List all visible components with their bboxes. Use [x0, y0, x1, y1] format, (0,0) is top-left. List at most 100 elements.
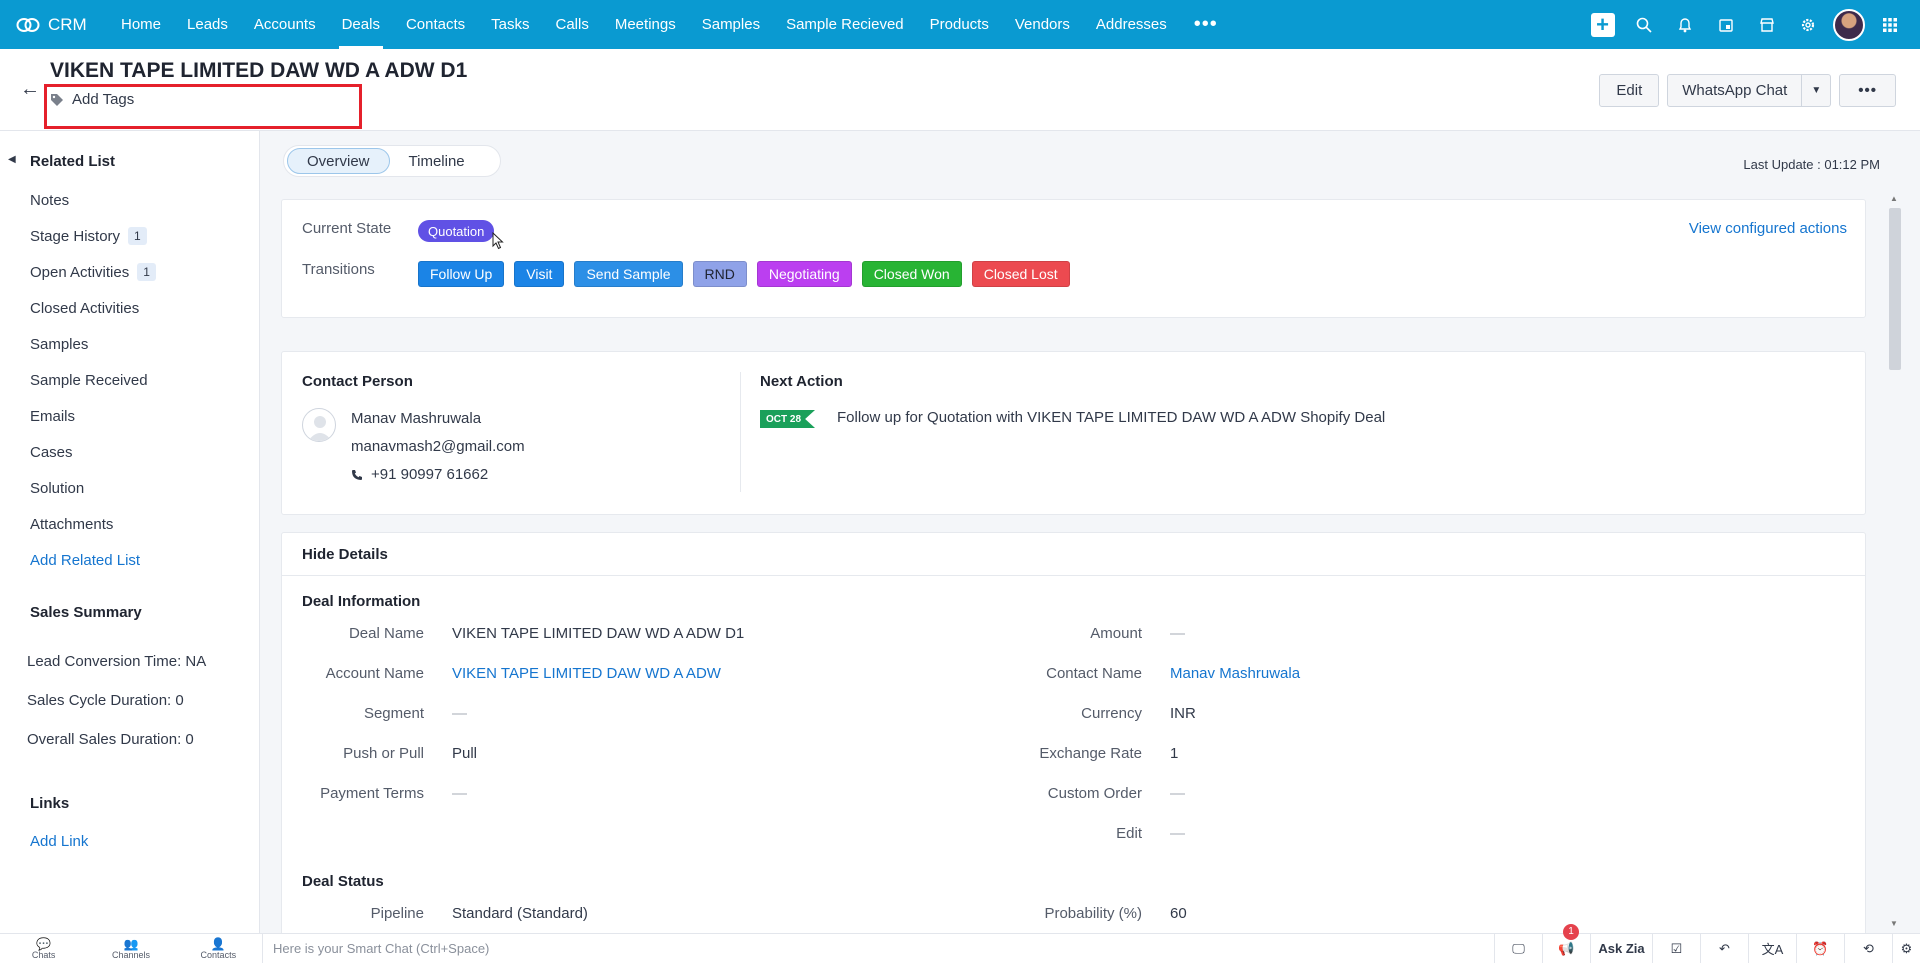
sidebar-item-solution[interactable]: Solution: [30, 480, 84, 497]
view-configured-actions-link[interactable]: View configured actions: [1689, 220, 1847, 237]
more-actions-button[interactable]: •••: [1839, 74, 1896, 107]
nav-tab-meetings[interactable]: Meetings: [602, 0, 689, 49]
contact-phone-row[interactable]: +91 90997 61662: [351, 466, 488, 483]
transition-visit-button[interactable]: Visit: [514, 261, 565, 287]
extra-tool-button[interactable]: ⚙: [1892, 933, 1920, 963]
ask-zia-button[interactable]: Ask Zia: [1590, 933, 1652, 963]
transition-rnd-button[interactable]: RND: [692, 261, 747, 287]
transition-send-sample-button[interactable]: Send Sample: [574, 261, 683, 287]
current-state-pill[interactable]: Quotation: [418, 220, 495, 242]
add-tags-label: Add Tags: [72, 91, 135, 108]
smart-chat-input[interactable]: Here is your Smart Chat (Ctrl+Space): [262, 933, 1494, 963]
sidebar-item-open-activities[interactable]: Open Activities 1: [30, 263, 156, 281]
notifications-button[interactable]: [1664, 0, 1705, 49]
calendar-button[interactable]: [1705, 0, 1746, 49]
create-new-button[interactable]: +: [1582, 0, 1623, 49]
bottom-left-shortcuts: 💬 Chats 👥 Channels 👤 Contacts: [0, 934, 262, 963]
more-modules-button[interactable]: •••: [1180, 0, 1232, 49]
sidebar-item-label: Emails: [30, 408, 76, 425]
push-or-pull-value: Pull: [452, 745, 478, 762]
collapse-sidebar-icon[interactable]: ◀: [8, 154, 16, 165]
whatsapp-dropdown-button[interactable]: ▼: [1802, 74, 1832, 107]
crm-logo[interactable]: CRM: [0, 15, 108, 35]
related-list-title: Related List: [30, 153, 116, 170]
nav-tab-deals[interactable]: Deals: [329, 0, 393, 49]
sidebar-item-sample-received[interactable]: Sample Received: [30, 372, 148, 389]
marketplace-button[interactable]: [1746, 0, 1787, 49]
contacts-icon: 👤: [210, 936, 226, 951]
channels-button[interactable]: 👥 Channels: [87, 934, 174, 963]
translate-icon: 文A: [1761, 942, 1784, 957]
contact-email[interactable]: manavmash2@gmail.com: [351, 438, 525, 455]
gear-icon: [1801, 18, 1814, 31]
app-name: CRM: [48, 14, 87, 34]
add-link[interactable]: Add Link: [30, 833, 88, 850]
back-arrow-icon[interactable]: ←: [20, 78, 40, 101]
account-name-link[interactable]: VIKEN TAPE LIMITED DAW WD A ADW: [452, 665, 721, 682]
translate-button[interactable]: 文A: [1748, 933, 1796, 963]
user-avatar: [1832, 8, 1865, 41]
contacts-button[interactable]: 👤 Contacts: [175, 934, 262, 963]
transition-closed-lost-button[interactable]: Closed Lost: [971, 261, 1070, 287]
hide-details-toggle[interactable]: Hide Details: [302, 546, 388, 563]
header-buttons: Edit WhatsApp Chat ▼ •••: [1599, 74, 1896, 107]
nav-tab-sample-recieved[interactable]: Sample Recieved: [773, 0, 917, 49]
sidebar-item-label: Stage History: [30, 227, 121, 245]
add-related-list-link[interactable]: Add Related List: [30, 552, 140, 569]
sidebar-item-label: Notes: [30, 192, 70, 209]
tab-timeline[interactable]: Timeline: [390, 148, 484, 174]
bottom-bar: 💬 Chats 👥 Channels 👤 Contacts Here is your …: [0, 923, 1920, 963]
search-button[interactable]: [1623, 0, 1664, 49]
sidebar-item-cases[interactable]: Cases: [30, 444, 73, 461]
amount-value: —: [1170, 625, 1185, 642]
sidebar-item-stage-history[interactable]: Stage History 1: [30, 227, 147, 245]
history-button[interactable]: ⟲: [1844, 933, 1892, 963]
settings-button[interactable]: [1787, 0, 1828, 49]
grid-icon: [1882, 17, 1897, 32]
add-tags-button[interactable]: Add Tags: [50, 91, 134, 108]
transition-negotiating-button[interactable]: Negotiating: [756, 261, 852, 287]
record-header: ← VIKEN TAPE LIMITED DAW WD A ADW D1 Add…: [0, 49, 1920, 131]
nav-tab-home[interactable]: Home: [108, 0, 174, 49]
nav-tab-vendors[interactable]: Vendors: [1002, 0, 1083, 49]
sidebar-item-samples[interactable]: Samples: [30, 336, 88, 353]
page-scrollbar[interactable]: ▲ ▼: [1889, 192, 1901, 932]
nav-tab-addresses[interactable]: Addresses: [1083, 0, 1180, 49]
edit-button[interactable]: Edit: [1599, 74, 1660, 107]
currency-value: INR: [1170, 705, 1196, 722]
sales-cycle-duration: Sales Cycle Duration: 0: [27, 692, 184, 709]
whatsapp-chat-button[interactable]: WhatsApp Chat: [1667, 74, 1803, 107]
tab-overview[interactable]: Overview: [287, 148, 390, 174]
transition-closed-won-button[interactable]: Closed Won: [861, 261, 962, 287]
sidebar-item-notes[interactable]: Notes: [30, 192, 69, 209]
contact-phone: +91 90997 61662: [371, 466, 489, 483]
nav-tab-tasks[interactable]: Tasks: [478, 0, 542, 49]
activity-button[interactable]: ☑: [1652, 933, 1700, 963]
nav-tab-calls[interactable]: Calls: [543, 0, 602, 49]
nav-tab-samples[interactable]: Samples: [689, 0, 773, 49]
contact-person-title: Contact Person: [302, 373, 413, 390]
sales-summary-title: Sales Summary: [30, 604, 142, 621]
nav-tab-contacts[interactable]: Contacts: [393, 0, 478, 49]
profile-button[interactable]: [1828, 0, 1869, 49]
announcements-button[interactable]: 📢 1: [1542, 923, 1590, 963]
sidebar-item-emails[interactable]: Emails: [30, 408, 75, 425]
nav-tab-leads[interactable]: Leads: [174, 0, 241, 49]
nav-tab-products[interactable]: Products: [917, 0, 1002, 49]
next-action-text[interactable]: Follow up for Quotation with VIKEN TAPE …: [837, 409, 1385, 426]
divider: [740, 372, 741, 492]
screen-share-button[interactable]: 🖵: [1494, 933, 1542, 963]
transition-follow-up-button[interactable]: Follow Up: [418, 261, 505, 287]
sidebar-item-attachments[interactable]: Attachments: [30, 516, 113, 533]
reminder-button[interactable]: ⏰: [1796, 933, 1844, 963]
scroll-up-icon[interactable]: ▲: [1890, 194, 1898, 203]
contact-name-link[interactable]: Manav Mashruwala: [1170, 665, 1300, 682]
nav-tab-accounts[interactable]: Accounts: [241, 0, 329, 49]
apps-button[interactable]: [1869, 0, 1910, 49]
sidebar-item-closed-activities[interactable]: Closed Activities: [30, 300, 139, 317]
view-switcher: Overview Timeline: [283, 145, 501, 177]
scroll-thumb[interactable]: [1889, 208, 1901, 370]
undo-button[interactable]: ↶: [1700, 933, 1748, 963]
scroll-down-icon[interactable]: ▼: [1890, 919, 1898, 928]
chats-button[interactable]: 💬 Chats: [0, 934, 87, 963]
